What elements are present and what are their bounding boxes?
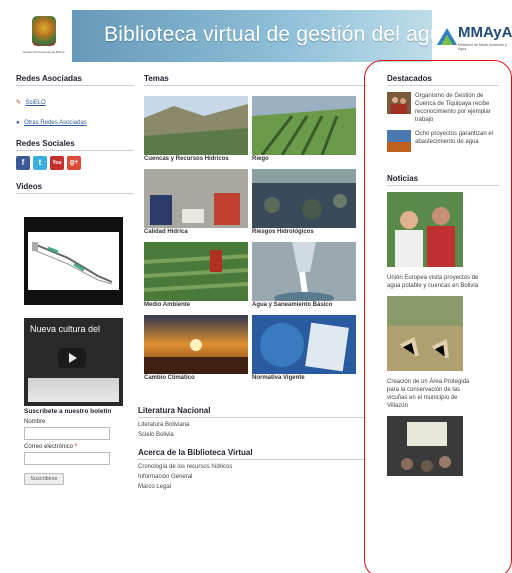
mmaya-logo-icon xyxy=(437,28,457,45)
coat-of-arms-icon xyxy=(32,16,56,46)
video-player-1[interactable] xyxy=(24,217,123,305)
link-marco-legal[interactable]: Marco Legal xyxy=(138,484,366,490)
link-informacion-general[interactable]: Información General xyxy=(138,474,366,480)
link-scielo-bolivia[interactable]: Scielo Bolivia xyxy=(138,432,366,438)
videos-heading: Videos xyxy=(16,182,134,194)
link-cronologia[interactable]: Cronología de los recursos hídricos xyxy=(138,464,366,470)
tile-label: Cambio Climático xyxy=(144,375,195,381)
email-label-text: Correo electrónico xyxy=(24,444,74,450)
video-2-thumbnail xyxy=(28,378,119,402)
temas-heading: Temas xyxy=(144,74,366,86)
normativa-image xyxy=(252,315,356,374)
email-label: Correo electrónico * xyxy=(24,444,128,450)
tile-label: Normativa Vigente xyxy=(252,375,305,381)
video-1-thumbnail xyxy=(28,232,119,290)
bolivia-logo[interactable]: Estado Plurinacional de Bolivia xyxy=(12,10,72,62)
left-sidebar: Redes Asociadas ✎ SciELO ● Otras Redes A… xyxy=(16,74,134,194)
associated-links: ✎ SciELO ● Otras Redes Asociadas xyxy=(16,91,134,129)
tile-cambio-climatico[interactable]: Cambio Climático xyxy=(144,315,248,381)
medio-ambiente-image xyxy=(144,242,248,301)
social-icons: f t You g+ xyxy=(16,156,134,170)
video-player-2[interactable]: Nueva cultura del xyxy=(24,318,123,406)
header-banner: Estado Plurinacional de Bolivia Bibliote… xyxy=(12,10,512,62)
email-input[interactable] xyxy=(24,452,110,465)
highlight-annotation xyxy=(364,60,512,573)
riego-image xyxy=(252,96,356,155)
youtube-icon[interactable]: You xyxy=(50,156,64,170)
diagram-thumbnail xyxy=(32,242,113,285)
link-otras-redes[interactable]: Otras Redes Asociadas xyxy=(24,120,87,126)
name-label: Nombre xyxy=(24,419,46,425)
tile-label: Cuencas y Recursos Hídricos xyxy=(144,156,229,162)
tile-medio-ambiente[interactable]: Medio Ambiente xyxy=(144,242,248,308)
riesgos-image xyxy=(252,169,356,228)
main-column: Temas Cuencas y Recursos Hídricos Riego … xyxy=(138,74,366,490)
tile-normativa[interactable]: Normativa Vigente xyxy=(252,315,356,381)
subscribe-title: Suscríbete a nuestro boletín xyxy=(24,408,112,415)
redes-asociadas-heading: Redes Asociadas xyxy=(16,74,134,86)
tile-cuencas[interactable]: Cuencas y Recursos Hídricos xyxy=(144,96,248,162)
tile-riego[interactable]: Riego xyxy=(252,96,356,162)
mmaya-text: MMAyA xyxy=(458,24,512,41)
tile-label: Riego xyxy=(252,156,269,162)
cambio-climatico-image xyxy=(144,315,248,374)
agua-image xyxy=(252,242,356,301)
scielo-icon: ✎ xyxy=(16,100,22,106)
name-input[interactable] xyxy=(24,427,110,440)
coat-caption: Estado Plurinacional de Bolivia xyxy=(23,50,65,54)
twitter-icon[interactable]: t xyxy=(33,156,47,170)
cuencas-image xyxy=(144,96,248,155)
tile-calidad[interactable]: Calidad Hídrica xyxy=(144,169,248,235)
required-marker: * xyxy=(74,444,78,450)
google-plus-icon[interactable]: g+ xyxy=(67,156,81,170)
literatura-heading: Literatura Nacional xyxy=(138,406,366,418)
page: Estado Plurinacional de Bolivia Bibliote… xyxy=(0,0,512,573)
link-scielo[interactable]: SciELO xyxy=(25,100,45,106)
mmaya-subtitle: Ministerio de Medio Ambiente y Agua xyxy=(458,43,507,51)
tile-agua-saneamiento[interactable]: Agua y Saneamiento Básico xyxy=(252,242,356,308)
video-2-title: Nueva cultura del xyxy=(30,324,101,334)
tile-label: Riesgos Hidrológicos xyxy=(252,229,314,235)
acerca-heading: Acerca de la Biblioteca Virtual xyxy=(138,448,366,460)
mmaya-logo[interactable]: MMAyA Ministerio de Medio Ambiente y Agu… xyxy=(432,10,512,62)
play-icon[interactable] xyxy=(58,348,86,368)
tile-label: Agua y Saneamiento Básico xyxy=(252,302,333,308)
calidad-image xyxy=(144,169,248,228)
tile-label: Calidad Hídrica xyxy=(144,229,188,235)
tile-label: Medio Ambiente xyxy=(144,302,191,308)
redes-sociales-heading: Redes Sociales xyxy=(16,139,134,151)
tile-riesgos[interactable]: Riesgos Hidrológicos xyxy=(252,169,356,235)
site-title: Biblioteca virtual de gestión del agua xyxy=(104,23,454,46)
subscribe-button[interactable]: Suscribirse xyxy=(24,473,64,485)
newsletter-form: Suscríbete a nuestro boletín Nombre Corr… xyxy=(24,408,128,485)
link-literatura-boliviana[interactable]: Literatura Boliviana xyxy=(138,422,366,428)
facebook-icon[interactable]: f xyxy=(16,156,30,170)
bullet-icon: ● xyxy=(16,120,20,126)
